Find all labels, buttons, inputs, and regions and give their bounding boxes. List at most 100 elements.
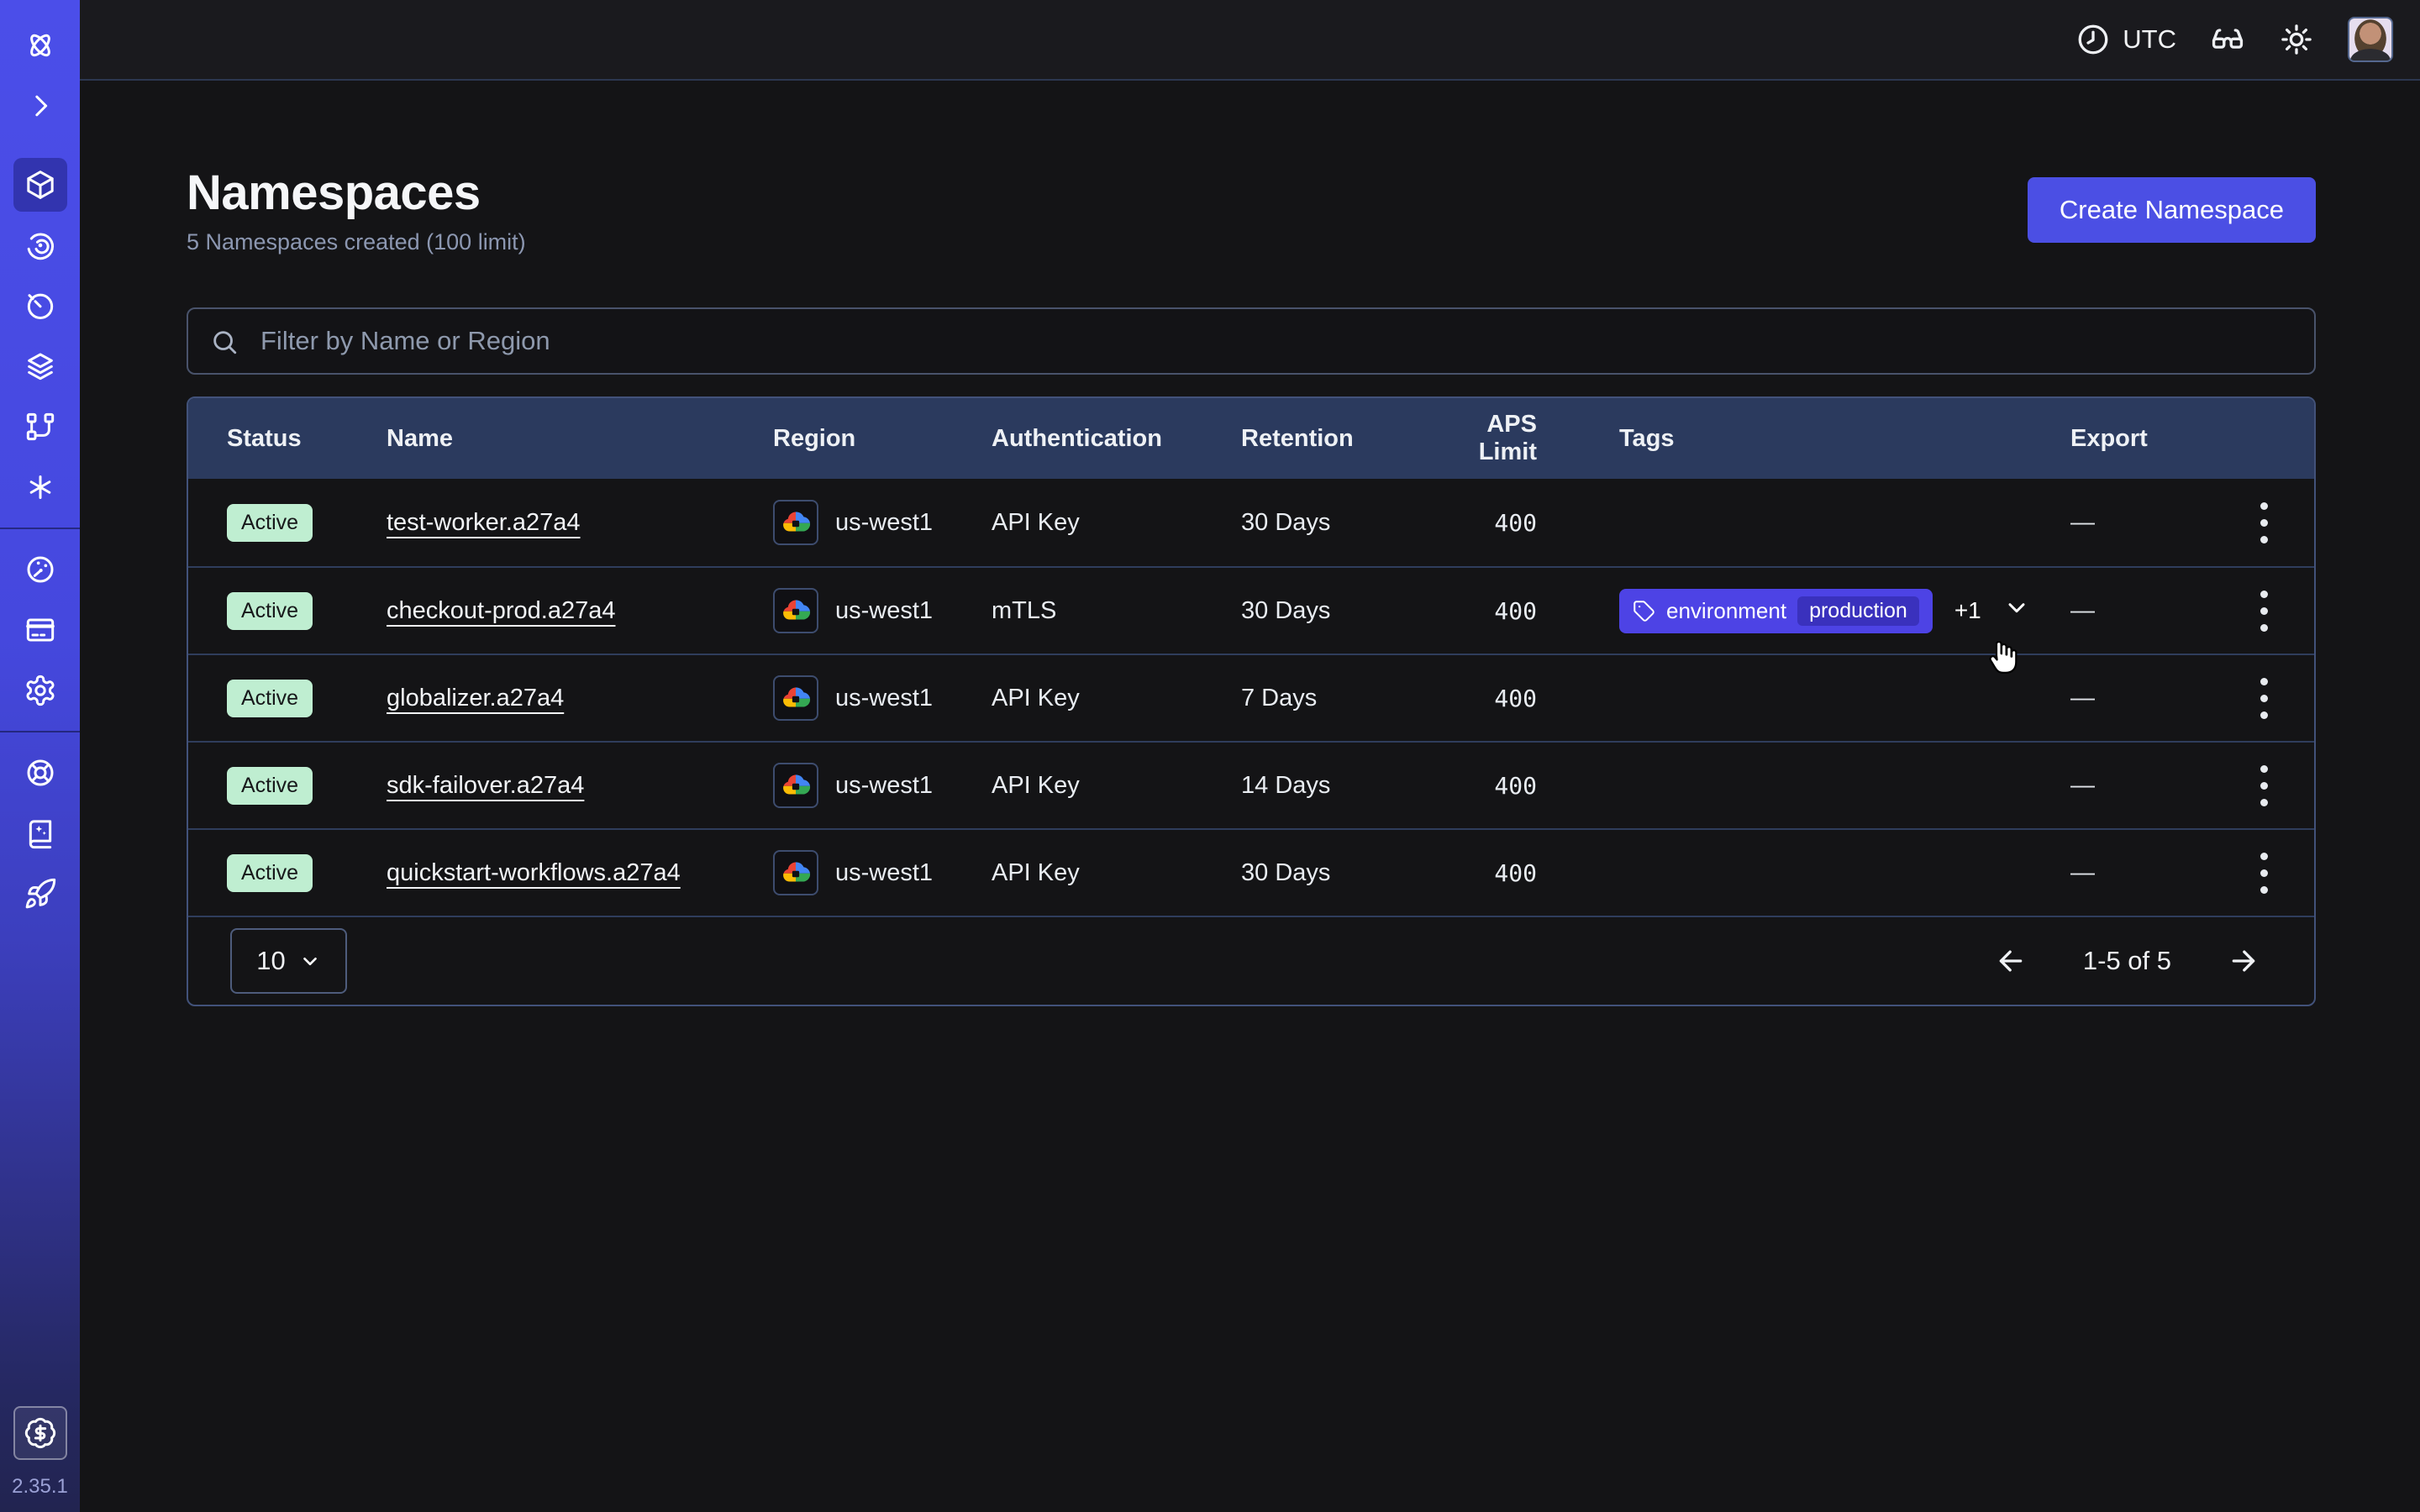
table-footer: 10 1-5 of 5 bbox=[188, 916, 2314, 1005]
tag-pill[interactable]: environment production bbox=[1619, 589, 1933, 633]
table-row[interactable]: Active checkout-prod.a27a4 us-west1 mTLS… bbox=[188, 566, 2314, 654]
filter-input[interactable] bbox=[187, 307, 2316, 375]
region-label: us-west1 bbox=[835, 509, 933, 537]
temporal-logo[interactable] bbox=[13, 18, 67, 72]
pricing-button[interactable] bbox=[13, 1406, 67, 1460]
column-header: Authentication bbox=[992, 425, 1241, 453]
namespace-link[interactable]: globalizer.a27a4 bbox=[387, 685, 564, 711]
glasses-icon bbox=[2210, 22, 2245, 57]
deployments-branch-icon bbox=[24, 410, 57, 444]
content-area: Namespaces 5 Namespaces created (100 lim… bbox=[80, 81, 2420, 1006]
retention-label: 30 Days bbox=[1241, 859, 1430, 887]
auth-label: mTLS bbox=[992, 597, 1241, 625]
user-avatar[interactable] bbox=[2348, 17, 2393, 62]
pagination-range: 1-5 of 5 bbox=[2083, 946, 2171, 976]
billing-card-icon bbox=[24, 613, 57, 647]
sidebar-item-batch[interactable] bbox=[13, 460, 67, 514]
getting-started-rocket-icon bbox=[24, 877, 57, 911]
namespace-link[interactable]: test-worker.a27a4 bbox=[387, 509, 581, 536]
auth-label: API Key bbox=[992, 859, 1241, 887]
tags-more-count: +1 bbox=[1954, 597, 1981, 624]
status-badge: Active bbox=[227, 767, 313, 805]
column-header: Region bbox=[773, 425, 992, 453]
sidebar-item-billing[interactable] bbox=[13, 603, 67, 657]
table-row[interactable]: Active sdk-failover.a27a4 us-west1 API K… bbox=[188, 741, 2314, 828]
page-size-value: 10 bbox=[256, 946, 285, 976]
sidebar-item-docs[interactable] bbox=[13, 806, 67, 860]
next-page-button[interactable] bbox=[2227, 944, 2260, 978]
sidebar-item-nexus[interactable] bbox=[13, 339, 67, 393]
region-label: us-west1 bbox=[835, 859, 933, 887]
gcp-cloud-icon bbox=[773, 850, 818, 895]
timezone-selector[interactable]: UTC bbox=[2075, 22, 2176, 57]
auth-label: API Key bbox=[992, 685, 1241, 712]
schedules-timer-icon bbox=[24, 289, 57, 323]
sidebar-item-namespaces[interactable] bbox=[13, 158, 67, 212]
clock-icon bbox=[2075, 22, 2111, 57]
retention-label: 30 Days bbox=[1241, 597, 1430, 625]
sidebar-item-support[interactable] bbox=[13, 746, 67, 800]
region-label: us-west1 bbox=[835, 772, 933, 800]
timezone-label: UTC bbox=[2123, 24, 2176, 55]
status-badge: Active bbox=[227, 504, 313, 542]
export-value: — bbox=[2070, 859, 2213, 887]
support-lifebuoy-icon bbox=[24, 756, 57, 790]
sidebar-item-getting-started[interactable] bbox=[13, 867, 67, 921]
labs-toggle[interactable] bbox=[2210, 22, 2245, 57]
row-actions-kebab-menu[interactable] bbox=[2240, 675, 2287, 722]
row-actions-kebab-menu[interactable] bbox=[2240, 499, 2287, 546]
sidebar-item-deployments[interactable] bbox=[13, 400, 67, 454]
table-header-row: StatusNameRegionAuthenticationRetentionA… bbox=[188, 398, 2314, 479]
app-version: 2.35.1 bbox=[12, 1475, 68, 1499]
tag-icon bbox=[1633, 600, 1655, 622]
theme-toggle[interactable] bbox=[2279, 22, 2314, 57]
retention-label: 30 Days bbox=[1241, 509, 1430, 537]
namespace-link[interactable]: sdk-failover.a27a4 bbox=[387, 772, 584, 799]
page-size-select[interactable]: 10 bbox=[230, 928, 347, 994]
export-value: — bbox=[2070, 772, 2213, 800]
chevron-down-icon bbox=[299, 950, 321, 972]
column-header: Retention bbox=[1241, 425, 1430, 453]
sidebar-item-usage[interactable] bbox=[13, 543, 67, 596]
search-icon bbox=[210, 328, 239, 356]
row-actions-kebab-menu[interactable] bbox=[2240, 762, 2287, 809]
settings-gear-icon bbox=[24, 674, 57, 707]
pricing-badge-dollar-icon bbox=[24, 1416, 57, 1450]
status-badge: Active bbox=[227, 680, 313, 717]
auth-label: API Key bbox=[992, 772, 1241, 800]
tag-key: environment bbox=[1666, 598, 1786, 624]
page-subtitle: 5 Namespaces created (100 limit) bbox=[187, 229, 526, 255]
sidebar-item-workflows[interactable] bbox=[13, 218, 67, 272]
status-badge: Active bbox=[227, 854, 313, 892]
namespaces-cube-icon bbox=[24, 168, 57, 202]
sidebar-item-schedules[interactable] bbox=[13, 279, 67, 333]
region-label: us-west1 bbox=[835, 685, 933, 712]
create-namespace-button[interactable]: Create Namespace bbox=[2028, 177, 2316, 243]
sidebar-expand-chevron-right-icon[interactable] bbox=[13, 79, 67, 133]
namespace-link[interactable]: quickstart-workflows.a27a4 bbox=[387, 859, 681, 886]
sidebar: 2.35.1 bbox=[0, 0, 80, 1512]
table-row[interactable]: Active globalizer.a27a4 us-west1 API Key… bbox=[188, 654, 2314, 741]
column-header: APS Limit bbox=[1430, 411, 1619, 466]
prev-page-button[interactable] bbox=[1994, 944, 2028, 978]
row-actions-kebab-menu[interactable] bbox=[2240, 849, 2287, 896]
nexus-layers-icon bbox=[24, 349, 57, 383]
gcp-cloud-icon bbox=[773, 588, 818, 633]
row-actions-kebab-menu[interactable] bbox=[2240, 587, 2287, 634]
batch-asterisk-icon bbox=[24, 470, 57, 504]
gcp-cloud-icon bbox=[773, 675, 818, 721]
docs-book-icon bbox=[24, 816, 57, 850]
export-value: — bbox=[2070, 685, 2213, 712]
namespaces-table: StatusNameRegionAuthenticationRetentionA… bbox=[187, 396, 2316, 1006]
table-row[interactable]: Active test-worker.a27a4 us-west1 API Ke… bbox=[188, 479, 2314, 566]
table-row[interactable]: Active quickstart-workflows.a27a4 us-wes… bbox=[188, 828, 2314, 916]
auth-label: API Key bbox=[992, 509, 1241, 537]
aps-limit-value: 400 bbox=[1430, 509, 1619, 537]
sidebar-item-settings[interactable] bbox=[13, 664, 67, 717]
namespace-link[interactable]: checkout-prod.a27a4 bbox=[387, 597, 615, 624]
tags-group: environment production +1 bbox=[1619, 589, 2030, 633]
column-header: Export bbox=[2070, 425, 2213, 453]
sidebar-divider bbox=[0, 528, 80, 529]
tags-expand-chevron-down-icon[interactable] bbox=[2003, 594, 2030, 627]
column-header: Status bbox=[188, 425, 387, 453]
